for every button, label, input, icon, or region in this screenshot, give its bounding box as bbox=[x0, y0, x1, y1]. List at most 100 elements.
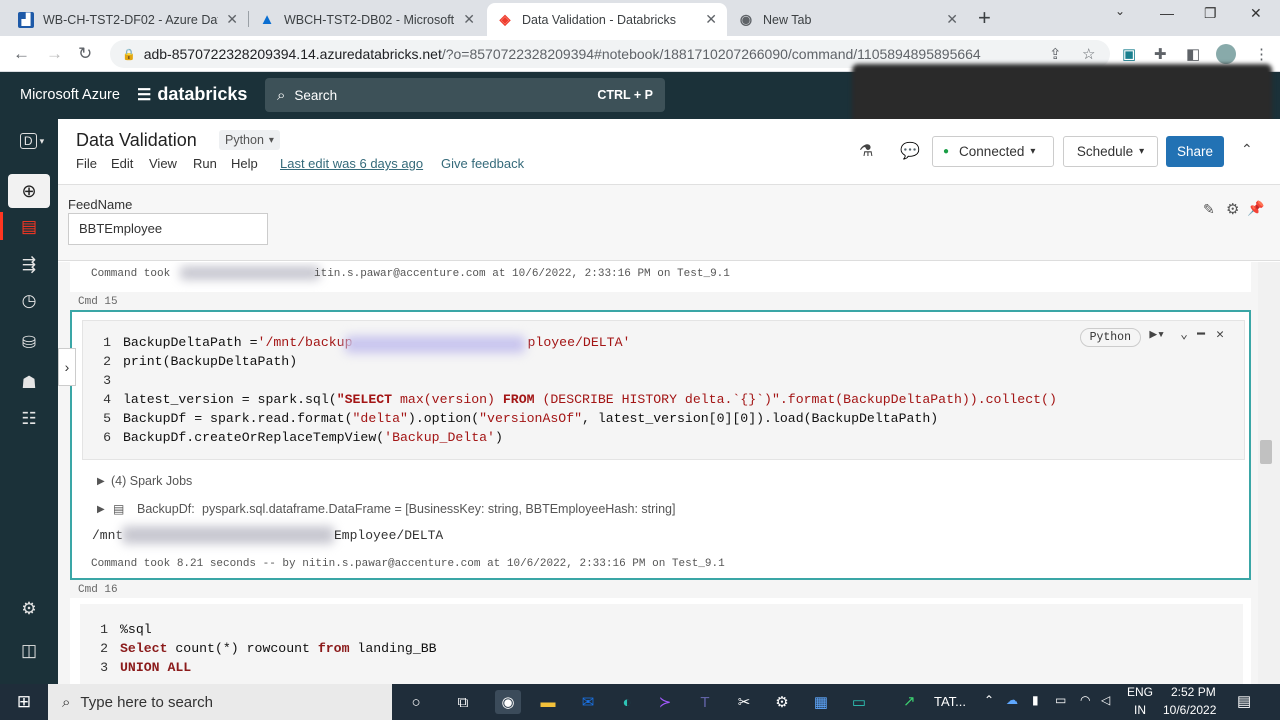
collapse-sidebar-icon[interactable]: ◫ bbox=[17, 639, 41, 663]
sidepanel-icon[interactable]: ◧ bbox=[1186, 45, 1200, 63]
partner-connect-icon[interactable]: ⚙ bbox=[17, 597, 41, 621]
chrome-taskbar-icon[interactable]: ◉ bbox=[495, 690, 521, 714]
expand-icon[interactable]: ▶ bbox=[97, 476, 105, 487]
code-editor[interactable]: 1 BackupDeltaPath ='/mnt/backup ployee/DEL… bbox=[82, 320, 1245, 460]
snipping-tool-icon[interactable]: ✂ bbox=[731, 690, 757, 714]
dataframe-schema: pyspark.sql.dataframe.DataFrame = [Busin… bbox=[202, 502, 676, 516]
menu-run[interactable]: Run bbox=[193, 156, 217, 171]
pin-icon[interactable]: 📌 bbox=[1247, 200, 1264, 217]
chevron-down-icon[interactable]: ⌄ bbox=[1180, 327, 1188, 342]
menu-help[interactable]: Help bbox=[231, 156, 258, 171]
comments-icon[interactable]: 💬 bbox=[900, 141, 920, 161]
share-page-icon[interactable]: ⇪ bbox=[1049, 45, 1062, 63]
last-edit-link[interactable]: Last edit was 6 days ago bbox=[280, 156, 423, 171]
repos-icon[interactable]: ⇶ bbox=[17, 253, 41, 277]
spark-jobs-toggle[interactable]: (4) Spark Jobs bbox=[111, 474, 192, 488]
chevron-up-icon[interactable]: ⌃ bbox=[984, 693, 994, 707]
app-icon-2[interactable]: ▭ bbox=[846, 690, 872, 714]
expand-icon[interactable]: ▶ bbox=[97, 504, 105, 515]
compute-icon[interactable]: ☗ bbox=[17, 371, 41, 395]
create-icon[interactable]: ⊕ bbox=[8, 174, 50, 208]
clock-date[interactable]: 10/6/2022 bbox=[1163, 703, 1216, 717]
windows-start-icon[interactable]: ⊞ bbox=[11, 690, 37, 714]
teams-icon[interactable]: T bbox=[692, 690, 718, 714]
data-icon[interactable]: ⛁ bbox=[17, 331, 41, 355]
restore-icon[interactable]: ❐ bbox=[1204, 5, 1217, 22]
share-button[interactable]: Share bbox=[1166, 136, 1224, 167]
experiment-icon[interactable]: ⚗ bbox=[859, 141, 873, 161]
language-selector[interactable]: Python ▾ bbox=[219, 130, 280, 150]
app-icon[interactable]: ▦ bbox=[808, 690, 834, 714]
code-editor[interactable]: 1 %sql 2 Select count(*) rowcount from lan… bbox=[80, 604, 1243, 684]
file-explorer-icon[interactable]: ▬ bbox=[535, 690, 561, 714]
scrollbar-thumb[interactable] bbox=[1260, 440, 1272, 464]
browser-tab-1[interactable]: ▟ WB-CH-TST2-DF02 - Azure Data ✕ bbox=[8, 3, 248, 36]
browser-tab-2[interactable]: ▲ WBCH-TST2-DB02 - Microsoft Az ✕ bbox=[249, 3, 485, 36]
run-cell-icon[interactable]: ▶▾ bbox=[1149, 327, 1165, 342]
browser-tab-4[interactable]: ◉ New Tab ✕ bbox=[728, 3, 968, 36]
taskbar-search-input[interactable]: ⌕ Type here to search bbox=[48, 684, 392, 720]
close-tab-icon[interactable]: ✕ bbox=[946, 11, 958, 28]
usb-icon[interactable]: ▮ bbox=[1032, 693, 1039, 707]
output-path: /mnt bbox=[92, 528, 124, 543]
workflows-icon[interactable]: ☷ bbox=[17, 407, 41, 431]
extension-icon[interactable]: ▣ bbox=[1122, 45, 1136, 63]
close-tab-icon[interactable]: ✕ bbox=[705, 11, 717, 28]
menu-view[interactable]: View bbox=[149, 156, 177, 171]
clock-time[interactable]: 2:52 PM bbox=[1171, 685, 1216, 699]
cell-language-badge[interactable]: Python bbox=[1079, 328, 1141, 347]
close-window-icon[interactable]: ✕ bbox=[1250, 5, 1262, 22]
outlook-icon[interactable]: ✉ bbox=[575, 690, 601, 714]
minimize-icon[interactable]: — bbox=[1160, 5, 1174, 21]
browser-tab-3[interactable]: ◈ Data Validation - Databricks ✕ bbox=[487, 3, 727, 36]
schedule-button[interactable]: Schedule ▾ bbox=[1063, 136, 1158, 167]
chevron-down-icon[interactable]: ⌄ bbox=[1115, 4, 1125, 18]
chevron-up-icon[interactable]: ⌃ bbox=[1241, 141, 1253, 158]
settings-icon[interactable]: ⚙ bbox=[769, 690, 795, 714]
factory-icon: ▟ bbox=[18, 11, 34, 28]
task-view-icon[interactable]: ⧉ bbox=[450, 690, 476, 714]
language-indicator[interactable]: ENG bbox=[1127, 685, 1153, 699]
reload-icon[interactable]: ↻ bbox=[78, 44, 92, 64]
new-tab-button[interactable]: + bbox=[978, 5, 991, 31]
chevron-right-icon[interactable]: › bbox=[58, 348, 76, 386]
close-cell-icon[interactable]: ✕ bbox=[1216, 327, 1224, 342]
avatar[interactable] bbox=[1216, 44, 1236, 64]
language-region[interactable]: IN bbox=[1134, 703, 1146, 717]
bookmark-star-icon[interactable]: ☆ bbox=[1082, 45, 1095, 63]
menu-edit[interactable]: Edit bbox=[111, 156, 133, 171]
workspace-icon[interactable]: ▤ bbox=[17, 215, 41, 239]
recents-icon[interactable]: ◷ bbox=[17, 289, 41, 313]
workspace-switcher-icon[interactable]: D ▾ bbox=[17, 129, 47, 153]
cortana-icon[interactable]: ○ bbox=[403, 690, 429, 714]
cluster-status-dropdown[interactable]: ● Connected ▾ bbox=[932, 136, 1054, 167]
close-tab-icon[interactable]: ✕ bbox=[463, 11, 475, 28]
command-took-text: Command took bbox=[91, 268, 171, 280]
gear-icon[interactable]: ⚙ bbox=[1226, 200, 1239, 218]
notebook-title[interactable]: Data Validation bbox=[76, 130, 197, 151]
edge-icon[interactable]: ◐ bbox=[614, 690, 640, 714]
give-feedback-link[interactable]: Give feedback bbox=[441, 156, 524, 171]
code-cell-16[interactable]: 1 %sql 2 Select count(*) rowcount from lan… bbox=[70, 598, 1251, 684]
menu-file[interactable]: File bbox=[76, 156, 97, 171]
notifications-icon[interactable]: ▤ bbox=[1237, 692, 1251, 710]
code-cell-15[interactable]: 1 BackupDeltaPath ='/mnt/backup ployee/DEL… bbox=[70, 310, 1251, 580]
onedrive-icon[interactable]: ☁ bbox=[1006, 693, 1018, 707]
minimize-cell-icon[interactable]: ━ bbox=[1197, 327, 1205, 342]
scrollbar[interactable] bbox=[1258, 262, 1280, 684]
wifi-icon[interactable]: ◠ bbox=[1080, 693, 1090, 707]
visual-studio-icon[interactable]: ≻ bbox=[652, 690, 678, 714]
edit-widget-icon[interactable]: ✎ bbox=[1203, 201, 1215, 218]
kebab-menu-icon[interactable]: ⋮ bbox=[1254, 45, 1269, 63]
feedname-input[interactable]: BBTEmployee bbox=[68, 213, 268, 245]
forward-icon[interactable]: → bbox=[46, 44, 63, 64]
volume-icon[interactable]: ◁ bbox=[1101, 693, 1110, 707]
status-dot-icon: ● bbox=[943, 146, 950, 157]
search-input[interactable]: ⌕ Search CTRL + P bbox=[265, 78, 665, 112]
battery-icon[interactable]: ▭ bbox=[1055, 693, 1066, 707]
databricks-logo[interactable]: ☰ databricks bbox=[137, 84, 247, 105]
puzzle-icon[interactable]: ✚ bbox=[1154, 45, 1167, 63]
stock-ticker[interactable]: TAT... bbox=[934, 694, 966, 709]
back-icon[interactable]: ← bbox=[13, 44, 30, 64]
close-tab-icon[interactable]: ✕ bbox=[226, 11, 238, 28]
